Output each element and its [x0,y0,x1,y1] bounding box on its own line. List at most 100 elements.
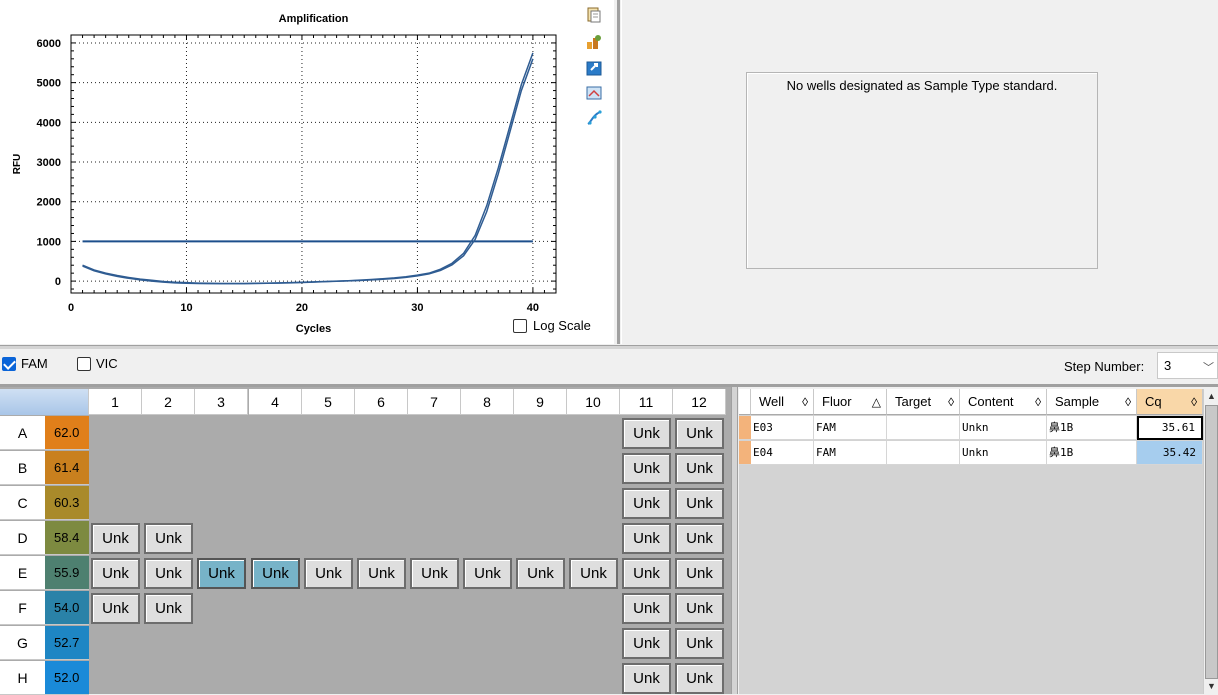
cell-target[interactable] [887,416,960,440]
well-D11[interactable]: Unk [622,523,671,554]
sort-icon[interactable]: ◊ [1035,389,1041,415]
cell-well[interactable]: E03 [751,416,814,440]
cell-sample[interactable]: 鼻1B [1047,441,1137,465]
plate-row-header[interactable]: A [0,416,45,450]
plate-row-header[interactable]: F [0,591,45,625]
plate-row-header[interactable]: D [0,521,45,555]
cell-target[interactable] [887,441,960,465]
well-H12[interactable]: Unk [675,663,724,694]
cell-fluor[interactable]: FAM [814,441,887,465]
column-header-cq[interactable]: Cq ◊ [1137,389,1203,415]
fluor-fam-checkbox[interactable] [2,356,16,371]
column-header-label: Content [968,394,1014,409]
well-E1[interactable]: Unk [91,558,140,589]
cell-fluor[interactable]: FAM [814,416,887,440]
sort-icon[interactable]: ◊ [948,389,954,415]
well-H11[interactable]: Unk [622,663,671,694]
plate-column-header[interactable]: 4 [249,389,302,415]
scroll-thumb[interactable] [1205,405,1218,679]
well-A11[interactable]: Unk [622,418,671,449]
table-scrollbar[interactable]: ▲ ▼ [1203,389,1218,694]
well-E11[interactable]: Unk [622,558,671,589]
well-B11[interactable]: Unk [622,453,671,484]
well-F11[interactable]: Unk [622,593,671,624]
plate-row-header[interactable]: E [0,556,45,590]
well-B12[interactable]: Unk [675,453,724,484]
scroll-down-icon[interactable]: ▼ [1205,680,1218,693]
well-E7[interactable]: Unk [410,558,459,589]
horizontal-splitter[interactable] [0,345,1218,349]
well-E4[interactable]: Unk [251,558,300,589]
fluor-fam-toggle[interactable]: FAM [2,356,48,371]
log-scale-checkbox[interactable] [513,318,527,333]
sort-icon[interactable]: ◊ [802,389,808,415]
plate-column-header[interactable]: 7 [408,389,461,415]
well-E3[interactable]: Unk [197,558,246,589]
fluor-vic-toggle[interactable]: VIC [77,356,118,371]
plate-row-header[interactable]: C [0,486,45,520]
well-F2[interactable]: Unk [144,593,193,624]
plate-row-header[interactable]: B [0,451,45,485]
plate-table-splitter[interactable] [731,387,738,694]
plate-column-header[interactable]: 11 [620,389,673,415]
column-header-sample[interactable]: Sample ◊ [1047,389,1137,415]
plate-column-header[interactable]: 9 [514,389,567,415]
export-icon[interactable] [583,57,605,79]
well-D1[interactable]: Unk [91,523,140,554]
column-header-fluor[interactable]: Fluor △ [814,389,887,415]
panel-splitter[interactable] [617,0,620,344]
plate-column-header[interactable]: 1 [89,389,142,415]
well-F12[interactable]: Unk [675,593,724,624]
column-header-well[interactable]: Well ◊ [751,389,814,415]
plate-row-header[interactable]: G [0,626,45,660]
column-header-target[interactable]: Target ◊ [887,389,960,415]
plate-row-header[interactable]: H [0,661,45,695]
plate-column-header[interactable]: 10 [567,389,620,415]
plate-column-header[interactable]: 6 [355,389,408,415]
zoom-chart-icon[interactable] [583,82,605,104]
sort-icon[interactable]: ◊ [1191,389,1197,415]
curve-fit-icon[interactable] [583,107,605,129]
column-header-content[interactable]: Content ◊ [960,389,1047,415]
cell-content[interactable]: Unkn [960,416,1047,440]
row-temperature: 52.0 [45,661,89,695]
chart-tools-icon[interactable] [583,31,605,53]
well-E5[interactable]: Unk [304,558,353,589]
copy-icon[interactable] [583,4,605,26]
plate-column-header[interactable]: 5 [302,389,355,415]
row-indicator[interactable] [739,416,751,440]
well-D2[interactable]: Unk [144,523,193,554]
cell-content[interactable]: Unkn [960,441,1047,465]
plate-column-header[interactable]: 12 [673,389,726,415]
well-E9[interactable]: Unk [516,558,565,589]
well-G12[interactable]: Unk [675,628,724,659]
log-scale-toggle[interactable]: Log Scale [513,318,591,333]
cell-well[interactable]: E04 [751,441,814,465]
fluor-vic-checkbox[interactable] [77,356,91,371]
row-indicator[interactable] [739,441,751,465]
plate-column-header[interactable]: 8 [461,389,514,415]
scroll-up-icon[interactable]: ▲ [1205,390,1218,403]
well-F1[interactable]: Unk [91,593,140,624]
plate-corner[interactable] [0,389,89,415]
plate-column-header[interactable]: 2 [142,389,195,415]
well-E8[interactable]: Unk [463,558,512,589]
well-E2[interactable]: Unk [144,558,193,589]
well-D12[interactable]: Unk [675,523,724,554]
well-A12[interactable]: Unk [675,418,724,449]
well-C11[interactable]: Unk [622,488,671,519]
plate-column-header[interactable]: 3 [195,389,248,415]
table-corner [739,389,751,415]
well-G11[interactable]: Unk [622,628,671,659]
sort-icon[interactable]: ◊ [1125,389,1131,415]
cell-cq[interactable]: 35.61 [1137,416,1203,440]
sort-icon[interactable]: △ [872,389,881,415]
cell-sample[interactable]: 鼻1B [1047,416,1137,440]
well-E12[interactable]: Unk [675,558,724,589]
well-E10[interactable]: Unk [569,558,618,589]
well-E6[interactable]: Unk [357,558,406,589]
cell-cq[interactable]: 35.42 [1137,441,1203,465]
chevron-down-icon[interactable]: ﹀ [1203,359,1214,375]
well-C12[interactable]: Unk [675,488,724,519]
standard-curve-panel: No wells designated as Sample Type stand… [746,72,1098,269]
